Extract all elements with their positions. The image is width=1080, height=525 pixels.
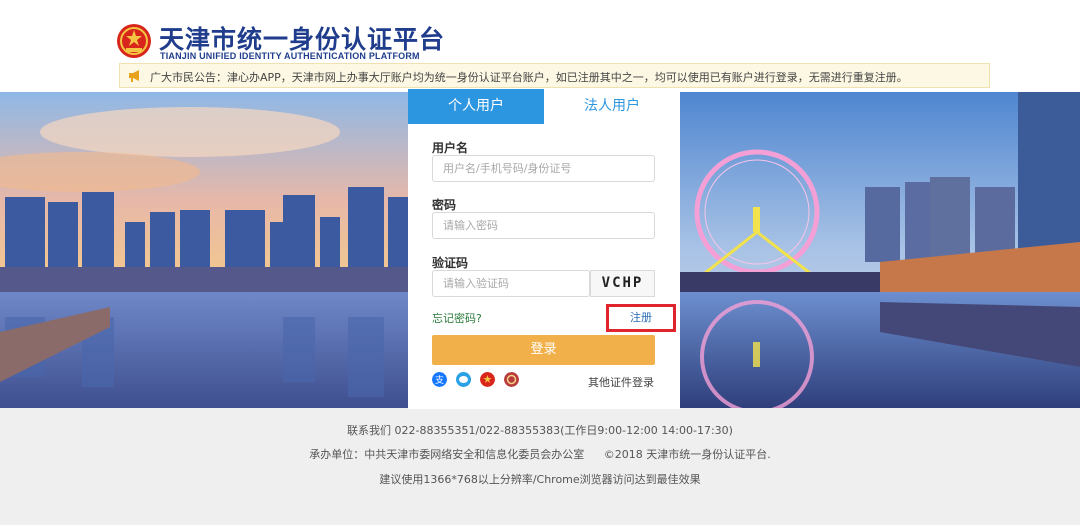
username-label: 用户名 [432,141,469,155]
captcha-image[interactable]: VCHP [590,270,655,297]
megaphone-icon [129,70,139,82]
site-header: 天津市统一身份认证平台 TIANJIN UNIFIED IDENTITY AUT… [0,0,1080,92]
site-subtitle: TIANJIN UNIFIED IDENTITY AUTHENTICATION … [160,51,420,61]
tab-personal-user[interactable]: 个人用户 [408,89,544,124]
footer-organizer: 承办单位：中共天津市委网络安全和信息化委员会办公室 ©2018 天津市统一身份认… [0,446,1080,462]
tab-legal-user[interactable]: 法人用户 [544,89,680,124]
captcha-label: 验证码 [432,256,469,270]
login-button[interactable]: 登录 [432,335,655,365]
other-id-login-link[interactable]: 其他证件登录 [588,374,654,390]
footer-recommendation: 建议使用1366*768以上分辨率/Chrome浏览器访问达到最佳效果 [379,473,701,486]
badge-icon[interactable] [504,372,519,387]
forgot-password-link[interactable]: 忘记密码? [432,310,482,326]
username-input[interactable] [432,155,655,182]
alipay-icon[interactable]: 支 [432,372,447,387]
national-emblem-icon [117,24,151,58]
password-input[interactable] [432,212,655,239]
register-button[interactable]: 注册 [606,304,676,332]
wechat-icon[interactable] [456,372,471,387]
captcha-input[interactable] [432,270,590,297]
footer-contact: 联系我们 022-88355351/022-88355383(工作日9:00-1… [347,424,733,437]
emblem-icon[interactable] [480,372,495,387]
svg-text:支: 支 [435,374,444,386]
copyright-text: ©2018 天津市统一身份认证平台. [603,448,771,461]
password-label: 密码 [432,198,457,212]
login-panel: 个人用户 法人用户 用户名 密码 验证码 VCHP 忘记密码? 注册 登录 支 … [408,89,680,409]
organizer-label: 承办单位：中共天津市委网络安全和信息化委员会办公室 [309,448,585,461]
notice-bar: 广大市民公告：津心办APP，天津市网上办事大厅账户均为统一身份认证平台账户，如已… [119,63,990,88]
notice-text: 广大市民公告：津心办APP，天津市网上办事大厅账户均为统一身份认证平台账户，如已… [150,71,908,84]
